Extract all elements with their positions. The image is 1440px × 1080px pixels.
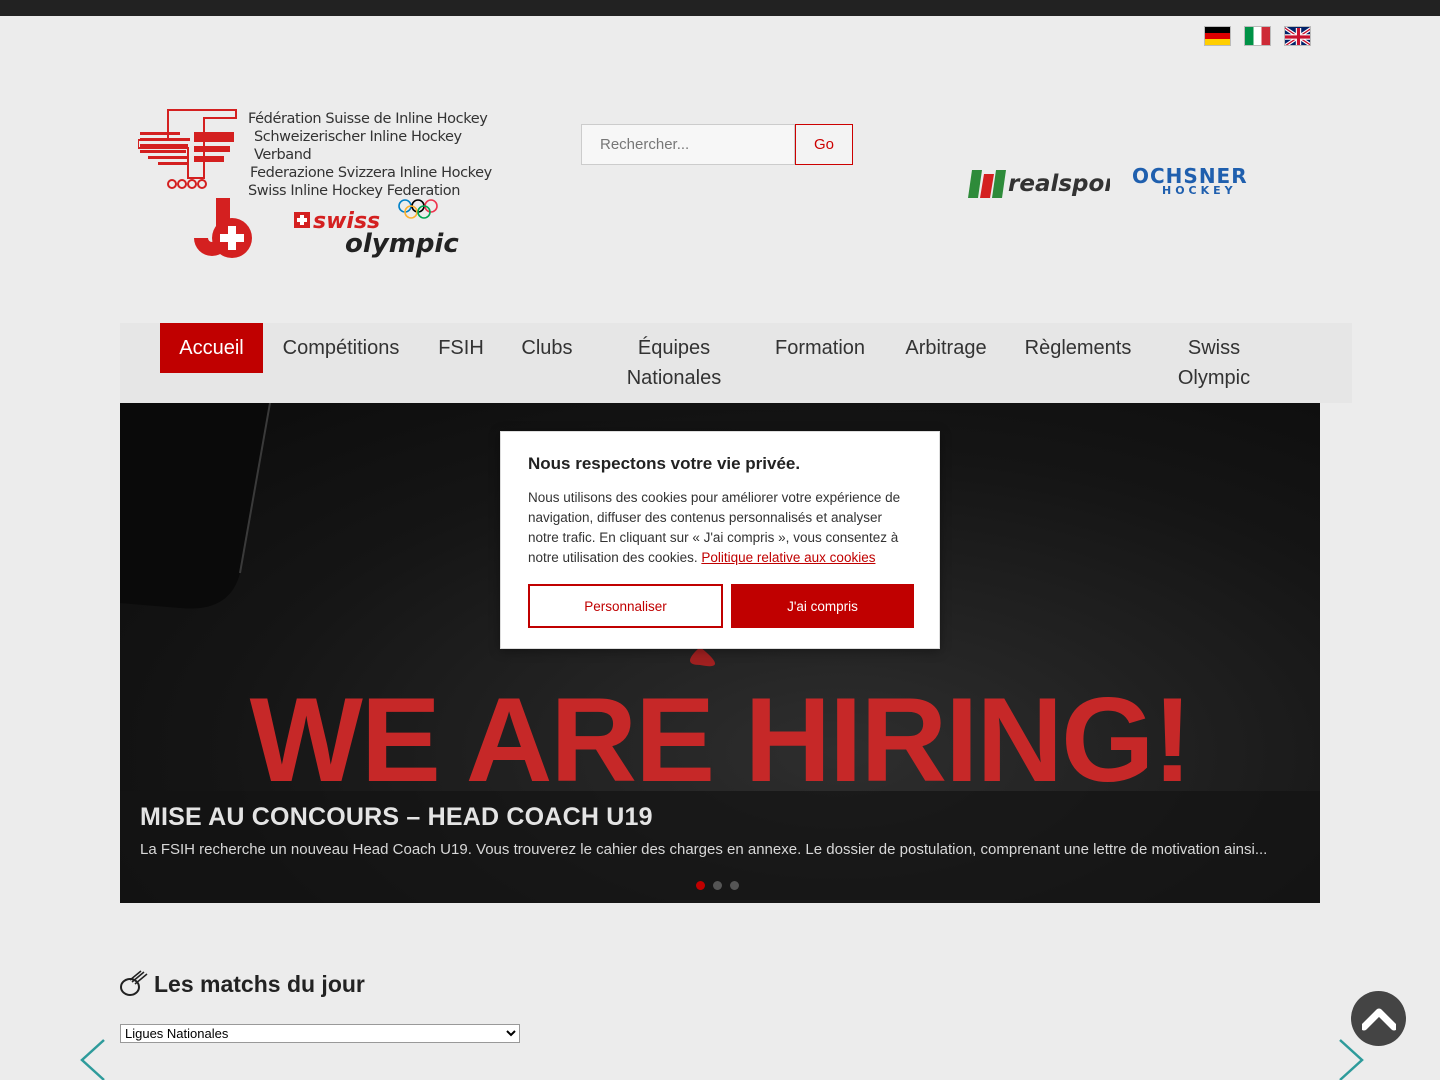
slide-image-text: WE ARE HIRING!	[250, 673, 1191, 807]
nav-item-equipes-nationales[interactable]: Équipes Nationales	[614, 323, 734, 389]
matches-title: Les matchs du jour	[154, 970, 365, 997]
realsport-logo-icon[interactable]: realsport	[968, 166, 1110, 200]
hockey-puck-icon	[120, 970, 148, 996]
fsih-emblem-icon	[138, 109, 237, 189]
main-nav: Accueil Compétitions FSIH Clubs Équipes …	[120, 323, 1352, 403]
accept-cookies-button[interactable]: J'ai compris	[731, 584, 914, 628]
cookie-actions: Personnaliser J'ai compris	[528, 584, 914, 628]
federation-logo[interactable]: Fédération Suisse de Inline Hockey Schwe…	[138, 106, 518, 266]
flag-de-icon[interactable]	[1204, 26, 1231, 46]
customize-button[interactable]: Personnaliser	[528, 584, 723, 628]
svg-text:HOCKEY: HOCKEY	[1162, 184, 1237, 196]
cookie-text: Nous utilisons des cookies pour améliore…	[528, 488, 912, 568]
nav-item-arbitrage[interactable]: Arbitrage	[893, 323, 999, 373]
top-bar	[0, 0, 1440, 16]
nav-item-clubs[interactable]: Clubs	[511, 323, 583, 373]
slide-excerpt: La FSIH recherche un nouveau Head Coach …	[140, 841, 1268, 858]
nav-item-formation[interactable]: Formation	[765, 323, 875, 373]
federation-name-it: Federazione Svizzera Inline Hockey	[250, 165, 492, 181]
slider-dot[interactable]	[730, 881, 739, 890]
federation-name-fr: Fédération Suisse de Inline Hockey	[248, 111, 488, 127]
search-button[interactable]: Go	[795, 124, 853, 165]
cookie-title: Nous respectons votre vie privée.	[528, 454, 801, 473]
js-logo-icon	[194, 198, 252, 258]
cookie-policy-link[interactable]: Politique relative aux cookies	[701, 550, 875, 565]
nav-item-swiss-olympic[interactable]: Swiss Olympic	[1169, 323, 1259, 389]
search-input[interactable]	[581, 124, 795, 165]
nav-item-reglements[interactable]: Règlements	[1018, 323, 1138, 373]
flag-en-icon[interactable]	[1284, 26, 1311, 46]
svg-text:realsport: realsport	[1008, 171, 1110, 197]
nav-item-accueil[interactable]: Accueil	[160, 323, 263, 373]
slider-dot[interactable]	[713, 881, 722, 890]
matches-heading: Les matchs du jour	[120, 970, 365, 998]
league-select[interactable]: Ligues Nationales	[120, 1024, 520, 1043]
scroll-to-top-button[interactable]	[1351, 991, 1406, 1046]
slide-title[interactable]: MISE AU CONCOURS – HEAD COACH U19	[140, 803, 653, 832]
chevron-left-icon[interactable]	[78, 1038, 108, 1080]
nav-item-fsih[interactable]: FSIH	[425, 323, 497, 373]
federation-names: Fédération Suisse de Inline Hockey Schwe…	[248, 110, 518, 200]
flag-it-icon[interactable]	[1244, 26, 1271, 46]
chevron-right-icon[interactable]	[1336, 1038, 1366, 1080]
search-form: Go	[581, 124, 853, 165]
slider-dots	[696, 881, 739, 890]
nav-item-competitions[interactable]: Compétitions	[273, 323, 409, 373]
language-switcher	[1204, 26, 1311, 46]
cookie-banner: Nous respectons votre vie privée. Nous u…	[500, 431, 940, 649]
swiss-olympic-logo-icon: swiss olympic	[294, 199, 459, 259]
federation-name-de: Schweizerischer Inline Hockey Verband	[254, 129, 462, 163]
ochsner-hockey-logo-icon[interactable]: OCHSNER HOCKEY	[1132, 166, 1272, 196]
chevron-up-icon	[1361, 1008, 1396, 1030]
slider-dot[interactable]	[696, 881, 705, 890]
svg-text:olympic: olympic	[345, 229, 459, 259]
